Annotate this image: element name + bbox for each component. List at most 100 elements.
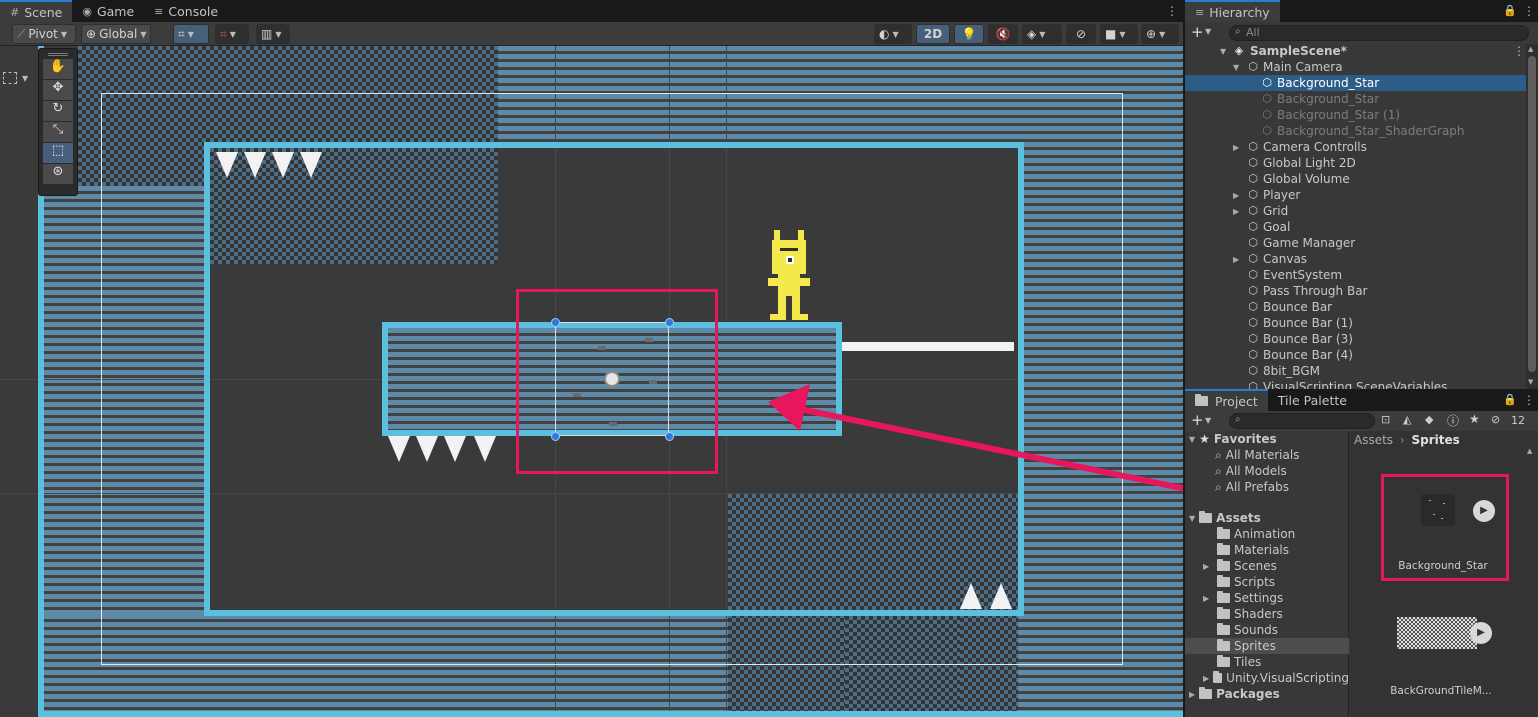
asset-grid: Assets › Sprites ▶ Background_Star ▶ Bac…	[1350, 431, 1538, 717]
project-search-input[interactable]: ⌕	[1229, 413, 1375, 429]
favorite-item[interactable]: ⌕ All Materials	[1215, 447, 1299, 463]
chevron-right-icon[interactable]: ▶	[1189, 690, 1195, 699]
chevron-down-icon[interactable]: ▼	[1189, 435, 1195, 444]
chevron-right-icon[interactable]: ▶	[1233, 255, 1239, 264]
chevron-right-icon[interactable]: ▶	[1203, 562, 1217, 571]
scroll-up-icon[interactable]: ▲	[1528, 45, 1533, 53]
grid-visibility-button[interactable]: ▥ ▼	[256, 24, 290, 44]
chevron-right-icon[interactable]: ▶	[1203, 674, 1213, 683]
search-by-type-icon[interactable]: ⊡	[1381, 413, 1390, 426]
hierarchy-row[interactable]: ⬡ Pass Through Bar	[1185, 283, 1526, 299]
tab-scene[interactable]: # Scene	[0, 0, 73, 22]
tab-game[interactable]: ◉ Game	[72, 0, 144, 22]
hidden-packages-icon[interactable]: ⊘	[1491, 413, 1500, 426]
chevron-down-icon[interactable]: ▼	[1205, 27, 1211, 36]
grid-snap-button[interactable]: ⌗ ▼	[173, 24, 209, 44]
more-options-icon[interactable]: ⋮	[1166, 4, 1178, 18]
chevron-right-icon[interactable]: ▶	[1203, 594, 1217, 603]
scroll-thumb[interactable]	[1528, 56, 1536, 372]
favorite-star-icon[interactable]: ★	[1469, 412, 1480, 426]
hierarchy-row[interactable]: ▶ ⬡ Grid	[1185, 203, 1526, 219]
chevron-down-icon[interactable]: ▼	[1220, 47, 1226, 56]
hierarchy-row[interactable]: ⬡ Bounce Bar (1)	[1185, 315, 1526, 331]
hierarchy-tab-bar: ≡ Hierarchy 🔒 ⋮	[1185, 0, 1538, 22]
scroll-down-icon[interactable]: ▼	[1528, 378, 1533, 386]
favorite-item[interactable]: ⌕ All Models	[1215, 463, 1287, 479]
lighting-toggle[interactable]: 💡	[954, 24, 984, 44]
hierarchy-row[interactable]: ⬡ Global Light 2D	[1185, 155, 1526, 171]
folder-row[interactable]: Animation	[1185, 526, 1349, 542]
folder-row[interactable]: Sounds	[1185, 622, 1349, 638]
chevron-right-icon[interactable]: ▶	[1233, 207, 1239, 216]
pivot-dropdown[interactable]: ⟋ Pivot ▼	[12, 24, 76, 44]
hierarchy-row[interactable]: ▶ ⬡ Canvas	[1185, 251, 1526, 267]
hierarchy-row[interactable]: ⬡ EventSystem	[1185, 267, 1526, 283]
folder-row[interactable]: Tiles	[1185, 654, 1349, 670]
effects-dropdown[interactable]: ◈ ▼	[1022, 24, 1062, 44]
filter-type-icon[interactable]: ◭	[1403, 413, 1411, 426]
add-icon[interactable]: +	[1191, 23, 1204, 41]
breadcrumb-sprites[interactable]: Sprites	[1412, 433, 1460, 447]
lock-icon[interactable]: 🔒	[1503, 393, 1517, 406]
hierarchy-search-input[interactable]: ⌕ All	[1229, 25, 1529, 41]
chevron-down-icon[interactable]: ▼	[1233, 63, 1239, 72]
scene-view[interactable]: ▼ ✋ ✥ ↻ ⤡ ⬚ ⊛	[0, 46, 1183, 717]
assets-root-row[interactable]: ▼ Assets	[1189, 510, 1261, 526]
folder-row[interactable]: ▶ Scenes	[1185, 558, 1349, 574]
hierarchy-row[interactable]: ⬡ Bounce Bar	[1185, 299, 1526, 315]
packages-row[interactable]: ▶ Packages	[1189, 686, 1280, 702]
more-options-icon[interactable]: ⋮	[1523, 4, 1535, 18]
breadcrumb-assets[interactable]: Assets	[1354, 433, 1393, 447]
folder-row[interactable]: Materials	[1185, 542, 1349, 558]
hierarchy-row[interactable]: ⬡ Background_Star	[1185, 91, 1526, 107]
label-tag-icon[interactable]: ◆	[1425, 413, 1433, 426]
asset-grid-scrollbar[interactable]: ▲	[1526, 447, 1536, 717]
audio-toggle[interactable]: 🔇	[988, 24, 1018, 44]
folder-row[interactable]: Shaders	[1185, 606, 1349, 622]
tab-tile-palette[interactable]: Tile Palette	[1268, 389, 1357, 411]
tab-hierarchy[interactable]: ≡ Hierarchy	[1185, 0, 1280, 22]
hierarchy-row[interactable]: ⬡ Background_Star	[1185, 75, 1526, 91]
favorites-row[interactable]: ▼ ★ Favorites	[1189, 431, 1277, 447]
hierarchy-row[interactable]: ⬡ Bounce Bar (4)	[1185, 347, 1526, 363]
2d-toggle[interactable]: 2D	[916, 24, 950, 44]
global-dropdown[interactable]: ⊕ Global ▼	[81, 24, 151, 44]
hierarchy-row[interactable]: ▶ ⬡ Camera Controlls	[1185, 139, 1526, 155]
folder-row[interactable]: Sprites	[1185, 638, 1349, 654]
folder-row[interactable]: Scripts	[1185, 574, 1349, 590]
hierarchy-row[interactable]: ▶ ⬡ Player	[1185, 187, 1526, 203]
chevron-right-icon[interactable]: ▶	[1233, 191, 1239, 200]
folder-row[interactable]: ▶ Unity.VisualScripting	[1185, 670, 1349, 686]
folder-icon	[1217, 527, 1230, 539]
more-options-icon[interactable]: ⋮	[1523, 393, 1535, 407]
hierarchy-row[interactable]: ⬡ Bounce Bar (3)	[1185, 331, 1526, 347]
hierarchy-row[interactable]: ⬡ Background_Star_ShaderGraph	[1185, 123, 1526, 139]
add-icon[interactable]: +	[1191, 411, 1204, 429]
chevron-right-icon[interactable]: ▶	[1233, 143, 1239, 152]
scene-root-row[interactable]: ▼ ◈ SampleScene* ⋮	[1185, 43, 1526, 59]
camera-dropdown[interactable]: ■ ▼	[1100, 24, 1138, 44]
lock-icon[interactable]: 🔒	[1503, 4, 1517, 17]
hierarchy-row[interactable]: ⬡ Game Manager	[1185, 235, 1526, 251]
tab-console[interactable]: ≡ Console	[144, 0, 228, 22]
hierarchy-row[interactable]: ⬡ Goal	[1185, 219, 1526, 235]
asset-item-background-tilemap[interactable]: ▶ BackGroundTileM...	[1376, 613, 1506, 713]
draw-mode-dropdown[interactable]: ◐ ▼	[874, 24, 912, 44]
log-icon[interactable]: ⓘ	[1447, 412, 1459, 429]
scroll-up-icon[interactable]: ▲	[1527, 447, 1532, 455]
hierarchy-row[interactable]: ⬡ Global Volume	[1185, 171, 1526, 187]
tab-project[interactable]: Project	[1185, 389, 1268, 411]
chevron-down-icon[interactable]: ▼	[1189, 514, 1195, 523]
gizmos-dropdown[interactable]: ⊕ ▼	[1141, 24, 1179, 44]
more-options-icon[interactable]: ⋮	[1513, 44, 1525, 58]
hierarchy-row[interactable]: ▼ ⬡ Main Camera	[1185, 59, 1526, 75]
hierarchy-scrollbar[interactable]: ▲ ▼	[1526, 44, 1538, 389]
chevron-down-icon[interactable]: ▼	[1205, 416, 1211, 425]
folder-row[interactable]: ▶ Settings	[1185, 590, 1349, 606]
increment-snap-button[interactable]: ⌗ ▼	[215, 24, 249, 44]
play-icon[interactable]: ▶	[1470, 622, 1492, 644]
hierarchy-row[interactable]: ⬡ Background_Star (1)	[1185, 107, 1526, 123]
visibility-toggle[interactable]: ⊘	[1066, 24, 1096, 44]
favorite-item[interactable]: ⌕ All Prefabs	[1215, 479, 1289, 495]
hierarchy-row[interactable]: ⬡ 8bit_BGM	[1185, 363, 1526, 379]
